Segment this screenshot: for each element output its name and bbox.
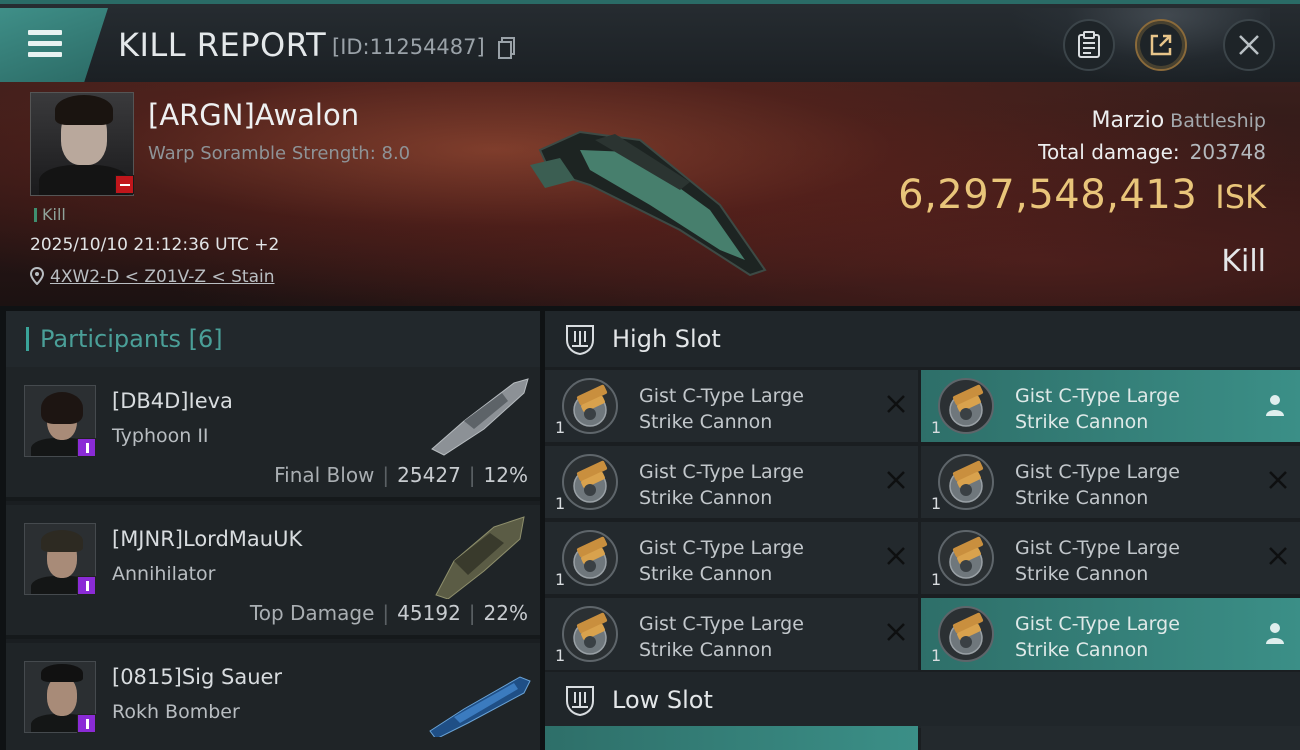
total-damage: Total damage: 203748 — [1038, 140, 1266, 164]
turret-icon — [935, 376, 997, 436]
turret-icon — [559, 376, 621, 436]
ship-name: Marzio — [1091, 108, 1165, 133]
participants-panel: Participants [6] [DB4D]Ieva Typhoon II F… — [6, 311, 540, 750]
high-slot-header[interactable]: High Slot — [545, 311, 1300, 367]
participant-ship-image — [435, 516, 525, 599]
result-tag: Kill — [34, 205, 66, 224]
participant-row[interactable]: [DB4D]Ieva Typhoon II Final Blow | 25427 | 1… — [6, 367, 540, 501]
participant-ship-image — [429, 676, 531, 737]
share-icon — [1150, 34, 1172, 56]
participants-header[interactable]: Participants [6] — [6, 311, 540, 367]
turret-icon — [935, 452, 997, 512]
turret-icon — [935, 528, 997, 588]
turret-icon — [559, 604, 621, 664]
close-button[interactable] — [1223, 19, 1275, 71]
participant-ship: Typhoon II — [112, 425, 209, 447]
high-slot-module[interactable]: 1 Gist C-Type Large Strike Cannon — [545, 446, 918, 518]
warp-scramble-strength: Warp Soramble Strength: 8.0 — [148, 143, 411, 164]
ship-class: Battleship — [1170, 110, 1266, 132]
victim-ship-image — [530, 130, 767, 277]
high-slot-icon — [566, 325, 594, 356]
participant-stats: Final Blow | 25427 | 12% — [274, 463, 528, 487]
clipboard-icon — [1078, 31, 1100, 58]
victim-ship: Marzio Battleship — [1092, 108, 1266, 133]
close-x-icon — [887, 623, 905, 641]
module-quantity: 1 — [555, 570, 566, 589]
participant-ship: Rokh Bomber — [112, 701, 240, 723]
low-slot-icon — [566, 686, 594, 717]
module-quantity: 1 — [931, 418, 942, 437]
turret-icon — [559, 452, 621, 512]
participant-row[interactable]: [0815]Sig Sauer Rokh Bomber — [6, 643, 540, 750]
kill-location[interactable]: 4XW2-D < Z01V-Z < Stain — [30, 267, 274, 287]
module-name: Gist C-Type Large Strike Cannon — [639, 613, 804, 661]
high-slot-module[interactable]: 1 Gist C-Type Large Strike Cannon — [921, 522, 1300, 594]
person-icon — [1266, 395, 1284, 416]
high-slot-module[interactable]: 1 Gist C-Type Large Strike Cannon — [545, 522, 918, 594]
copy-icon[interactable] — [498, 37, 516, 59]
hamburger-menu-icon[interactable] — [0, 8, 108, 82]
victim-name[interactable]: [ARGN]Awalon — [148, 98, 359, 132]
participant-row[interactable]: [MJNR]LordMauUK Annihilator Top Damage | 4… — [6, 505, 540, 639]
participant-ship-image — [431, 378, 529, 456]
page-title: KILL REPORT — [118, 26, 327, 64]
participant-stats: Top Damage | 45192 | 22% — [249, 601, 528, 625]
close-x-icon — [887, 547, 905, 565]
module-name: Gist C-Type Large Strike Cannon — [639, 385, 804, 433]
module-quantity: 1 — [555, 418, 566, 437]
participant-name[interactable]: [MJNR]LordMauUK — [112, 527, 302, 551]
top-bar: KILL REPORT [ID:11254487] — [0, 0, 1300, 86]
close-x-icon — [1269, 471, 1287, 489]
low-slot-header[interactable]: Low Slot — [545, 672, 1300, 728]
module-name: Gist C-Type Large Strike Cannon — [639, 461, 804, 509]
report-id: [ID:11254487] — [332, 35, 485, 59]
low-slot-module-partial[interactable] — [921, 726, 1300, 750]
low-slot-module-partial[interactable] — [545, 726, 918, 750]
module-name: Gist C-Type Large Strike Cannon — [1015, 385, 1180, 433]
fleet-badge-icon — [77, 576, 96, 595]
close-icon — [1239, 35, 1259, 55]
module-quantity: 1 — [555, 494, 566, 513]
person-icon — [1266, 623, 1284, 644]
kill-datetime: 2025/10/10 21:12:36 UTC +2 — [30, 235, 280, 255]
module-quantity: 1 — [555, 646, 566, 665]
fleet-badge-icon — [77, 714, 96, 733]
participant-name[interactable]: [DB4D]Ieva — [112, 389, 233, 413]
high-slot-module[interactable]: 1 Gist C-Type Large Strike Cannon — [921, 446, 1300, 518]
isk-value: 6,297,548,413 ISK — [898, 172, 1266, 218]
turret-icon — [935, 604, 997, 664]
participant-name[interactable]: [0815]Sig Sauer — [112, 665, 282, 689]
hostile-badge-icon — [115, 175, 134, 194]
fleet-badge-icon — [77, 438, 96, 457]
high-slot-module[interactable]: 1 Gist C-Type Large Strike Cannon — [545, 370, 918, 442]
high-slot-module[interactable]: 1 Gist C-Type Large Strike Cannon — [921, 598, 1300, 670]
close-x-icon — [1269, 547, 1287, 565]
share-button[interactable] — [1135, 19, 1187, 71]
close-x-icon — [887, 471, 905, 489]
turret-icon — [559, 528, 621, 588]
location-link[interactable]: 4XW2-D < Z01V-Z < Stain — [50, 267, 274, 287]
kill-label: Kill — [1221, 244, 1266, 279]
close-x-icon — [887, 395, 905, 413]
module-name: Gist C-Type Large Strike Cannon — [1015, 461, 1180, 509]
location-pin-icon — [30, 267, 44, 285]
high-slot-module[interactable]: 1 Gist C-Type Large Strike Cannon — [545, 598, 918, 670]
module-quantity: 1 — [931, 570, 942, 589]
high-slot-module[interactable]: 1 Gist C-Type Large Strike Cannon — [921, 370, 1300, 442]
module-quantity: 1 — [931, 646, 942, 665]
clipboard-button[interactable] — [1063, 19, 1115, 71]
module-quantity: 1 — [931, 494, 942, 513]
participant-ship: Annihilator — [112, 563, 216, 585]
module-name: Gist C-Type Large Strike Cannon — [1015, 613, 1180, 661]
module-name: Gist C-Type Large Strike Cannon — [1015, 537, 1180, 585]
module-name: Gist C-Type Large Strike Cannon — [639, 537, 804, 585]
